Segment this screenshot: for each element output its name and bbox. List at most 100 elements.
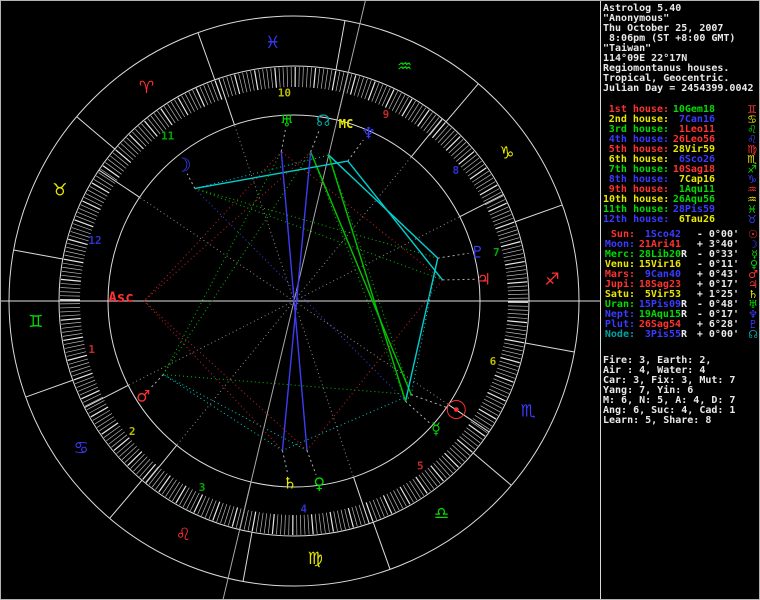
degree-tick — [469, 167, 487, 180]
degree-tick — [133, 456, 148, 472]
degree-tick — [167, 103, 179, 122]
degree-tick — [335, 71, 341, 92]
degree-tick — [77, 383, 97, 392]
degree-tick — [507, 289, 528, 292]
degree-tick — [503, 342, 524, 348]
house-cusp-spoke — [353, 477, 370, 524]
degree-tick — [271, 514, 275, 535]
degree-tick — [80, 204, 100, 214]
degree-tick — [61, 274, 82, 278]
degree-tick — [491, 210, 511, 219]
sign-boundary — [242, 532, 253, 582]
degree-tick — [328, 70, 333, 90]
natal-chart-wheel: ☉☽☿♀♂♃♄♅♆♇☊123456789101112♈♉♊♋♌♍♎♏♐♑♒♓As… — [1, 1, 600, 599]
degree-tick — [480, 405, 499, 416]
degree-tick — [458, 151, 475, 165]
degree-tick — [182, 489, 193, 508]
pointer-sun — [411, 394, 449, 409]
house-number-7: 7 — [493, 246, 500, 259]
degree-tick — [158, 475, 171, 493]
degree-tick — [210, 81, 219, 101]
degree-tick — [115, 149, 132, 164]
degree-tick — [63, 262, 83, 267]
degree-tick — [369, 501, 378, 521]
degree-tick — [65, 347, 86, 353]
degree-tick — [329, 511, 335, 532]
degree-tick — [326, 512, 330, 533]
degree-tick — [60, 287, 81, 290]
wheel-glyph-venus: ♀ — [313, 474, 325, 493]
degree-tick — [60, 310, 81, 313]
header-line-9: Julian Day = 2454399.0042 — [603, 83, 754, 94]
degree-tick — [402, 484, 414, 503]
planet-position-value: 3Pis55 — [644, 329, 681, 340]
degree-tick — [242, 72, 248, 93]
planet-position-list: Sun: 1Sco42- 0°00' ☉ Moon: 21Ari41 + 3°40' ☽ Me… — [603, 229, 759, 341]
degree-tick — [507, 309, 528, 311]
degree-tick — [475, 177, 494, 189]
degree-tick — [477, 181, 496, 193]
degree-tick — [212, 501, 221, 521]
degree-tick — [396, 488, 407, 507]
degree-tick — [85, 193, 104, 204]
house-cusp-radial — [297, 302, 449, 406]
degree-tick — [113, 437, 130, 451]
degree-tick — [506, 324, 527, 328]
degree-tick — [318, 513, 322, 534]
house-row-12: 12th house: 6Tau26 ♉ — [603, 214, 759, 225]
degree-tick — [60, 291, 81, 293]
degree-tick — [504, 260, 525, 266]
wheel-glyph-saturn: ♄ — [283, 473, 297, 492]
aspect-trine-mars-uranus — [162, 151, 282, 375]
degree-tick — [503, 253, 524, 258]
degree-tick — [505, 331, 526, 336]
sign-glyph-taurus: ♉ — [52, 180, 67, 200]
wheel-glyph-uranus: ♅ — [280, 112, 294, 131]
degree-tick — [67, 354, 88, 361]
degree-tick — [184, 93, 195, 112]
degree-tick — [399, 486, 411, 505]
degree-tick — [506, 277, 527, 281]
degree-tick — [138, 126, 152, 142]
degree-tick — [177, 97, 189, 116]
house-cusp-spoke — [459, 193, 504, 218]
wheel-glyph-pluto: ♇ — [470, 242, 484, 261]
sign-boundary — [515, 204, 563, 223]
degree-tick — [408, 103, 420, 121]
degree-tick — [484, 398, 503, 409]
house-cusp-value: 6Tau26 — [678, 214, 715, 225]
sign-glyph-scorpio: ♏ — [521, 402, 536, 422]
degree-tick — [391, 92, 402, 111]
degree-tick — [409, 480, 421, 499]
pointer-mars — [149, 374, 164, 390]
degree-tick — [453, 145, 469, 159]
degree-tick — [267, 513, 271, 534]
degree-tick — [437, 127, 452, 143]
degree-tick — [135, 128, 150, 144]
pointer-neptune — [347, 139, 364, 162]
degree-tick — [384, 89, 395, 108]
planet-glyph: ☊ — [748, 328, 758, 341]
degree-tick — [188, 91, 199, 110]
sign-boundary — [525, 342, 575, 353]
degree-tick — [482, 402, 501, 413]
degree-tick — [371, 82, 380, 102]
degree-tick — [507, 312, 528, 315]
sign-boundary — [472, 452, 512, 486]
degree-tick — [263, 513, 268, 534]
house-cusp-radial — [176, 303, 292, 446]
degree-tick — [479, 184, 498, 196]
degree-tick — [62, 333, 83, 337]
degree-tick — [207, 83, 216, 103]
degree-tick — [322, 513, 326, 533]
degree-tick — [464, 430, 481, 444]
degree-tick — [179, 487, 190, 506]
sign-glyph-pisces: ♓ — [265, 33, 280, 53]
planet-label: Node: — [604, 329, 635, 340]
degree-tick — [93, 179, 112, 191]
degree-tick — [82, 393, 102, 403]
house-cusp-spoke — [84, 384, 129, 409]
degree-tick — [165, 479, 177, 497]
info-sidebar: Astrolog 5.40 "Anonymous" Thu October 25, … — [603, 1, 759, 599]
sign-glyph-sagittarius: ♐ — [545, 270, 560, 290]
